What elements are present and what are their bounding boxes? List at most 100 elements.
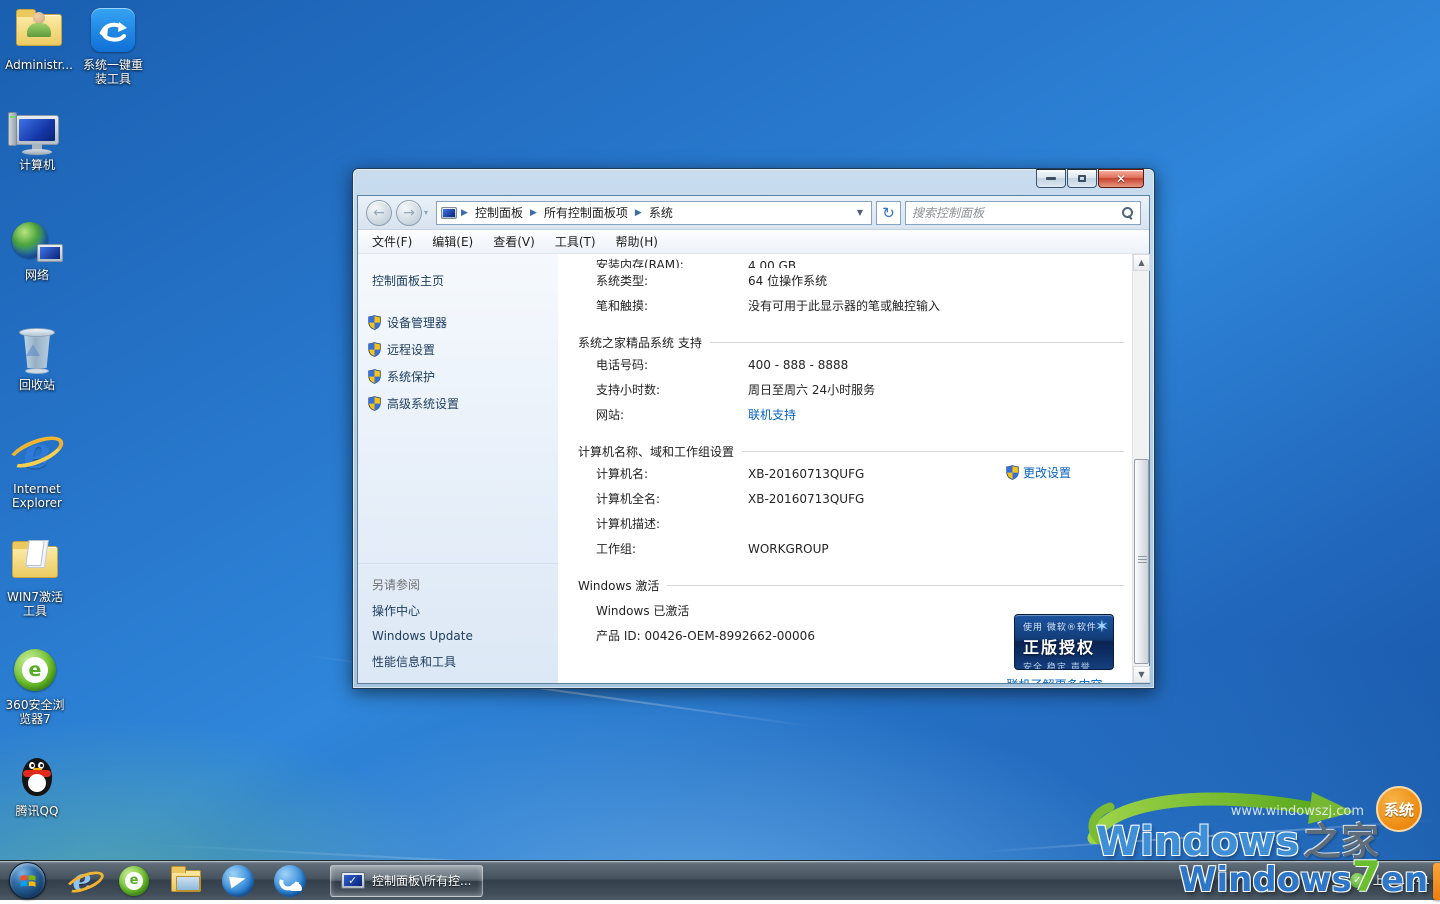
info-row-workgroup: 工作组: WORKGROUP [596,536,1124,561]
breadcrumb-system[interactable]: 系统 [646,202,676,223]
section-computer-name: 计算机名称、域和工作组设置 [578,441,1124,461]
computer-icon [11,106,63,154]
row-label: 计算机全名: [596,490,748,507]
desktop-icon-win7-activation-tool[interactable]: WIN7激活工具 [0,538,70,618]
online-support-link[interactable]: 联机支持 [748,406,796,423]
menu-edit[interactable]: 编辑(E) [422,230,483,253]
section-title: Windows 激活 [578,577,659,594]
address-bar[interactable]: ▶ 控制面板 ▶ 所有控制面板项 ▶ 系统 ▼ [436,201,872,225]
desktop-icon-label: 系统一键重装工具 [81,58,145,86]
sidebar-performance-tools[interactable]: 性能信息和工具 [358,648,558,675]
refresh-button[interactable]: ↻ [876,201,901,225]
taskbar-window-control-panel[interactable]: ✓ 控制面板\所有控... [330,865,483,897]
breadcrumb-control-panel[interactable]: 控制面板 [472,202,526,223]
menu-tools[interactable]: 工具(T) [545,230,606,253]
row-label: 安装内存(RAM): [596,256,748,268]
back-button[interactable]: ← [366,200,392,226]
taskbar-clock[interactable]: 上午 10:41 [1373,874,1430,887]
compass-browser-icon [222,865,254,897]
sidebar-remote-settings[interactable]: 远程设置 [358,336,558,363]
search-icon [1120,206,1134,220]
vertical-scrollbar[interactable]: ▲ ▼ [1132,254,1149,683]
change-settings[interactable]: 更改设置 [1006,464,1071,481]
scroll-up-icon[interactable]: ▲ [1133,254,1150,271]
window-caption-buttons: ✕ [1036,169,1144,188]
sidebar-task-label: 高级系统设置 [387,395,459,412]
uac-shield-icon [368,342,381,357]
desktop-icon-label: 回收站 [19,378,55,392]
menu-view[interactable]: 查看(V) [483,230,545,253]
desktop-icon-tencent-qq[interactable]: 腾讯QQ [2,752,72,818]
tray-status-check-icon[interactable]: ✓ [1350,873,1365,888]
row-label: 计算机名: [596,465,748,482]
scroll-down-icon[interactable]: ▼ [1133,666,1150,683]
taskbar-windows-explorer[interactable] [165,863,207,899]
desktop-icon-computer[interactable]: 计算机 [2,106,72,172]
desktop-icon-label: Internet Explorer [2,482,72,510]
address-dropdown-icon[interactable]: ▼ [853,208,867,217]
sidebar-system-protection[interactable]: 系统保护 [358,363,558,390]
genuine-software-badge[interactable]: ✶ 使用 微软®软件 正版授权 安全 稳定 声誉 [1014,614,1114,670]
taskbar-internet-explorer[interactable]: e [61,863,103,899]
show-hidden-icons-icon[interactable]: ▲ [1335,876,1342,886]
recent-pages-caret-icon[interactable]: ▾ [424,208,428,217]
menu-file[interactable]: 文件(F) [362,230,422,253]
sidebar-advanced-system-settings[interactable]: 高级系统设置 [358,390,558,417]
section-rule [667,585,1124,586]
desktop-icon-recycle-bin[interactable]: 回收站 [2,326,72,392]
badge-line3: 安全 稳定 声誉 [1023,660,1107,670]
breadcrumb-separator-icon: ▶ [461,208,468,218]
navigation-bar: ← → ▾ ▶ 控制面板 ▶ 所有控制面板项 ▶ 系统 ▼ ↻ [358,196,1149,230]
breadcrumb-all-items[interactable]: 所有控制面板项 [541,202,631,223]
start-button[interactable] [9,862,46,899]
row-value: 64 位操作系统 [748,272,1124,289]
user-folder-icon [13,6,65,54]
search-box[interactable] [905,201,1141,225]
search-input[interactable] [912,206,1120,220]
section-rule [742,451,1124,452]
desktop-icon-internet-explorer[interactable]: e Internet Explorer [2,430,72,510]
sidebar-windows-update[interactable]: Windows Update [358,624,558,648]
windows-flag-icon [16,869,40,893]
sidebar-task-label: 系统保护 [387,368,435,385]
recycle-bin-icon [11,326,63,374]
forward-button[interactable]: → [396,200,422,226]
taskbar-360-browser[interactable]: e [113,863,155,899]
desktop-icon-label: Administr... [5,58,73,72]
clock-time: 上午 10:41 [1373,874,1430,887]
genuine-star-icon: ✶ [1095,617,1109,637]
window-sidebar: 控制面板主页 设备管理器 远程设置 系统保护 [358,254,558,683]
uac-shield-icon [368,315,381,330]
desktop-icon-system-reinstall-tool[interactable]: 系统一键重装工具 [78,6,148,86]
360-browser-icon: e [9,646,61,694]
desktop-icon-label: WIN7激活工具 [1,590,69,618]
system-info-content: 安装内存(RAM): 4.00 GB 系统类型: 64 位操作系统 笔和触摸: … [558,254,1132,683]
restore-button[interactable] [1067,169,1097,188]
minimize-button[interactable] [1036,169,1066,188]
menu-help[interactable]: 帮助(H) [606,230,668,253]
change-settings-link[interactable]: 更改设置 [1023,464,1071,481]
sidebar-task-label: 设备管理器 [387,314,447,331]
section-title: 计算机名称、域和工作组设置 [578,443,734,460]
taskbar-browser-blue[interactable] [217,863,259,899]
row-label: 计算机描述: [596,515,748,532]
taskbar-qq-browser[interactable] [269,863,311,899]
notification-area: ▲ ✓ 上午 10:41 [1335,873,1440,888]
desktop-icon-network[interactable]: 网络 [2,216,72,282]
sidebar-control-panel-home[interactable]: 控制面板主页 [358,268,558,293]
sidebar-action-center[interactable]: 操作中心 [358,597,558,624]
menu-bar: 文件(F) 编辑(E) 查看(V) 工具(T) 帮助(H) [358,230,1149,254]
breadcrumb-separator-icon: ▶ [635,208,642,218]
section-rule [710,342,1124,343]
sidebar-device-manager[interactable]: 设备管理器 [358,309,558,336]
qq-penguin-icon [11,752,63,800]
desktop-icon-360-browser[interactable]: e 360安全浏览器7 [0,646,70,726]
desktop-icon-administrator[interactable]: Administr... [4,6,74,72]
scrollbar-thumb[interactable] [1134,459,1149,664]
swap-arrows-app-icon [87,6,139,54]
close-button[interactable]: ✕ [1098,169,1144,188]
learn-more-online-link[interactable]: 联机了解更多内容... [1007,676,1114,683]
desktop-icon-label: 计算机 [19,158,55,172]
wallpaper-light-streak [980,819,1439,853]
product-id: 产品 ID: 00426-OEM-8992662-00006 [596,627,815,644]
